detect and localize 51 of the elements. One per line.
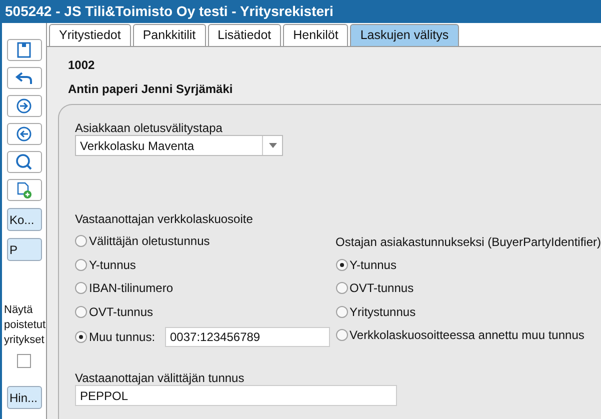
radio-button[interactable]: [75, 235, 87, 247]
radio-label: OVT-tunnus: [89, 304, 154, 320]
radio-label: Välittäjän oletustunnus: [89, 233, 210, 250]
show-deleted-label: Näytä poistetut yritykset: [3, 303, 46, 348]
radio-label: OVT-tunnus: [350, 280, 414, 297]
next-icon: [16, 98, 32, 114]
new-document-icon: [16, 182, 32, 198]
tab[interactable]: Henkilöt: [283, 24, 348, 46]
save-icon: [15, 42, 33, 58]
radio-button[interactable]: [336, 258, 348, 270]
company-name: Antin paperi Jenni Syrjämäki: [68, 81, 234, 96]
toolbar-button[interactable]: Hin...: [6, 386, 42, 409]
radio-button[interactable]: [75, 306, 87, 318]
radio-label: Verkkolaskuosoitteessa annettu muu tunnus: [350, 327, 584, 344]
field-label: Vastaanottajan verkkolaskuosoite: [75, 211, 254, 226]
toolbar-button[interactable]: [6, 151, 42, 173]
toolbar-button[interactable]: P: [6, 238, 42, 261]
dropdown[interactable]: Verkkolasku Maventa: [75, 135, 283, 156]
toolbar-button[interactable]: Ko...: [6, 208, 42, 231]
back-icon: [16, 126, 32, 142]
radio-button[interactable]: [336, 306, 348, 318]
input-field[interactable]: 0037:123456789: [165, 327, 330, 347]
radio-label: Yritystunnus: [350, 304, 416, 320]
radio-button[interactable]: [336, 329, 348, 341]
toolbar-button[interactable]: [6, 67, 42, 89]
tab[interactable]: Laskujen välitys: [350, 24, 459, 46]
radio-button[interactable]: [75, 258, 87, 270]
undo-icon: [15, 71, 33, 85]
field-label: Ostajan asiakastunnukseksi (BuyerPartyIdentifier): [336, 234, 601, 249]
search-icon: [15, 153, 33, 171]
toolbar-button[interactable]: [6, 95, 42, 117]
window-title: 505242 - JS Tili&Toimisto Oy testi - Yritysrekisteri: [0, 0, 601, 23]
checkbox[interactable]: [17, 354, 31, 368]
caret-icon: [268, 143, 276, 148]
toolbar-button[interactable]: [6, 39, 42, 61]
toolbar-button[interactable]: [6, 179, 42, 201]
radio-button[interactable]: [336, 282, 348, 294]
radio-label: Y-tunnus: [350, 256, 396, 274]
input-field[interactable]: PEPPOL: [75, 385, 397, 406]
tab[interactable]: Pankkitilit: [132, 24, 206, 46]
field-label: Asiakkaan oletusvälitystapa: [75, 120, 224, 135]
field-label: Vastaanottajan välittäjän tunnus: [75, 370, 246, 385]
tab[interactable]: Yritystiedot: [49, 24, 131, 46]
radio-label: IBAN-tilinumero: [89, 280, 174, 297]
radio-label: Y-tunnus: [89, 256, 136, 274]
radio-button[interactable]: [75, 331, 87, 343]
radio-button[interactable]: [75, 282, 87, 294]
company-number: 1002: [68, 57, 96, 72]
radio-label: Muu tunnus:: [89, 329, 156, 346]
toolbar-button[interactable]: [6, 123, 42, 145]
tab[interactable]: Lisätiedot: [208, 24, 282, 46]
